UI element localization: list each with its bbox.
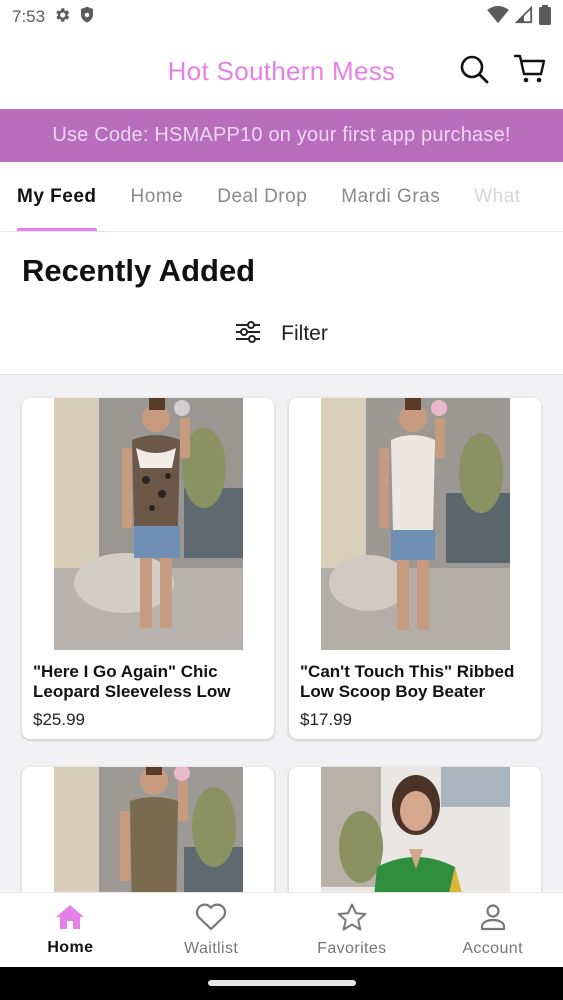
nav-waitlist[interactable]: Waitlist — [141, 893, 282, 967]
star-icon — [337, 903, 367, 936]
cart-button[interactable] — [513, 54, 547, 88]
nav-label: Home — [47, 938, 94, 956]
status-time: 7:53 — [12, 7, 46, 26]
product-grid: "Here I Go Again" Chic Leopard Sleeveles… — [0, 374, 563, 967]
tab-mardi-gras[interactable]: Mardi Gras — [324, 162, 457, 231]
cart-icon — [513, 54, 546, 89]
tab-home[interactable]: Home — [114, 162, 201, 231]
nav-favorites[interactable]: Favorites — [282, 893, 423, 967]
product-image — [320, 398, 510, 650]
tab-deal-drop[interactable]: Deal Drop — [200, 162, 324, 231]
person-icon — [479, 903, 507, 936]
product-card[interactable]: "Here I Go Again" Chic Leopard Sleeveles… — [22, 398, 274, 739]
filter-label: Filter — [281, 322, 328, 345]
search-button[interactable] — [457, 54, 491, 88]
product-price: $25.99 — [33, 710, 85, 729]
app-header: Hot Southern Mess — [0, 34, 563, 109]
system-nav-bar — [0, 967, 563, 1000]
heart-icon — [195, 903, 227, 936]
filter-sliders-icon — [235, 320, 261, 348]
wifi-icon — [487, 5, 509, 29]
nav-account[interactable]: Account — [422, 893, 563, 967]
category-tabs: My Feed Home Deal Drop Mardi Gras What — [0, 162, 563, 232]
section-title: Recently Added — [22, 253, 256, 288]
home-gesture-handle[interactable] — [208, 980, 356, 986]
promo-banner[interactable]: Use Code: HSMAPP10 on your first app pur… — [0, 109, 563, 162]
product-price: $17.99 — [300, 710, 352, 729]
settings-gear-icon — [53, 6, 71, 29]
bottom-nav: Home Waitlist Favorites Account — [0, 892, 563, 967]
shield-icon — [79, 6, 95, 29]
product-name: "Can't Touch This" Ribbed Low Scoop Boy … — [300, 662, 515, 701]
nav-label: Account — [462, 939, 523, 957]
search-icon — [459, 54, 489, 89]
nav-label: Favorites — [317, 939, 387, 957]
product-image — [53, 398, 243, 650]
product-name: "Here I Go Again" Chic Leopard Sleeveles… — [33, 662, 231, 701]
nav-home[interactable]: Home — [0, 893, 141, 967]
battery-icon — [539, 4, 551, 30]
home-icon — [55, 904, 85, 935]
nav-label: Waitlist — [184, 939, 239, 957]
signal-icon — [514, 5, 533, 29]
product-card[interactable]: "Can't Touch This" Ribbed Low Scoop Boy … — [289, 398, 541, 739]
tab-my-feed[interactable]: My Feed — [0, 162, 114, 231]
tab-what[interactable]: What — [457, 162, 537, 231]
filter-button[interactable]: Filter — [0, 315, 563, 353]
status-bar: 7:53 — [0, 0, 563, 34]
promo-text: Use Code: HSMAPP10 on your first app pur… — [52, 124, 511, 146]
